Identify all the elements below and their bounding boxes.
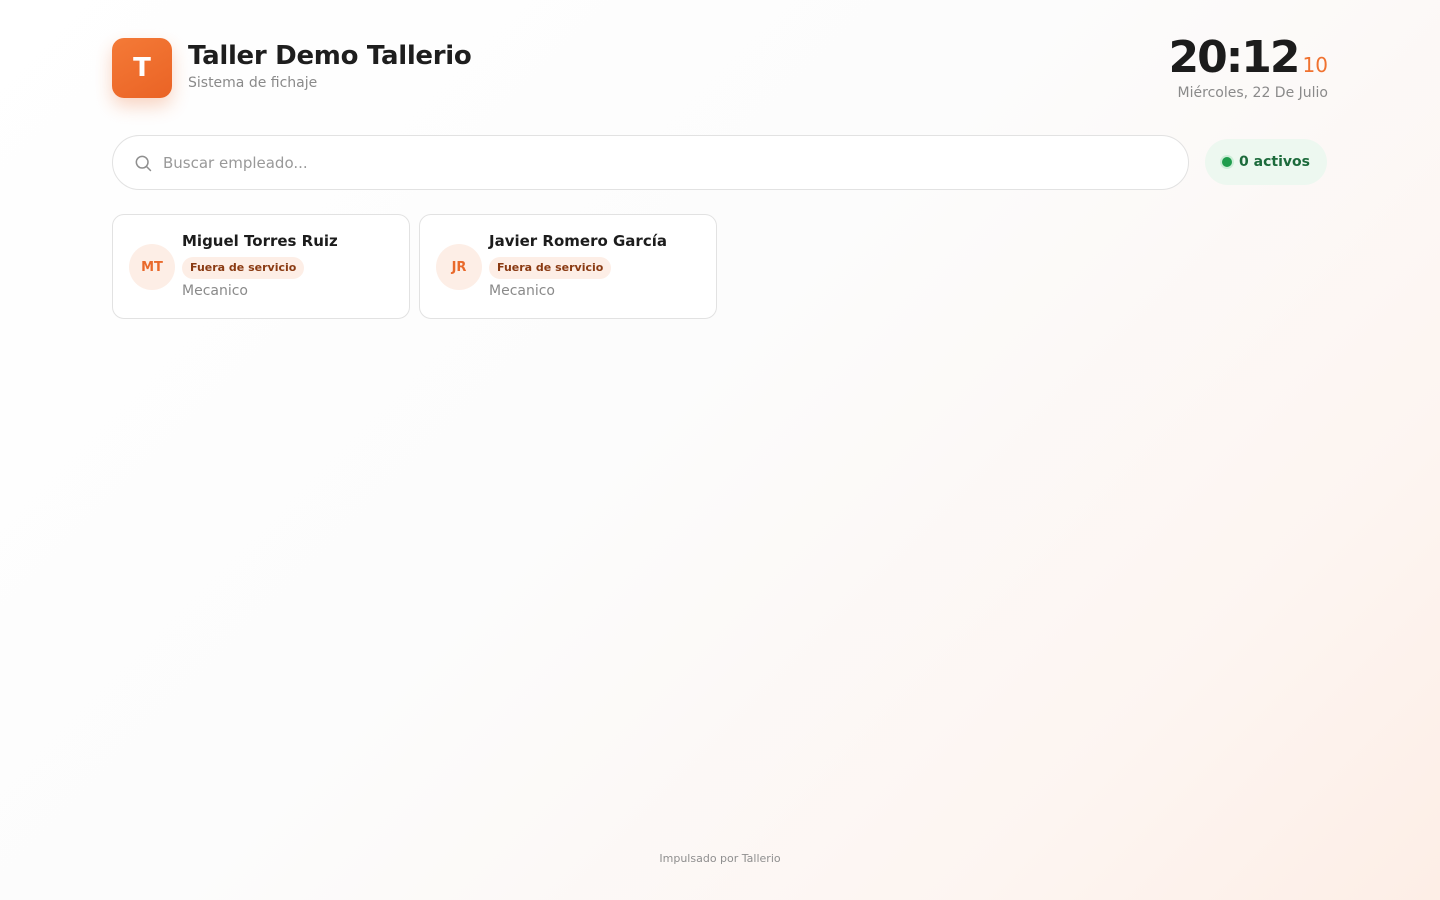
clock: 20:12 10 Miércoles, 22 De Julio <box>1168 32 1328 101</box>
footer-credit: Impulsado por Tallerio <box>659 852 781 865</box>
avatar: JR <box>436 244 482 290</box>
active-status-dot-icon <box>1222 157 1233 167</box>
employee-name: Javier Romero García <box>489 232 667 250</box>
search-icon <box>135 155 152 171</box>
active-count-badge: 0 activos <box>1205 139 1327 185</box>
avatar: MT <box>129 244 175 290</box>
employee-role: Mecanico <box>489 283 555 299</box>
app-logo: T <box>112 38 172 98</box>
status-badge: Fuera de servicio <box>182 257 305 279</box>
employee-card[interactable]: JR Javier Romero García Fuera de servici… <box>419 214 717 319</box>
header: T Taller Demo Tallerio Sistema de fichaj… <box>112 32 1328 108</box>
app-subtitle: Sistema de fichaje <box>188 75 318 91</box>
clock-seconds: 10 <box>1302 53 1328 77</box>
app-title: Taller Demo Tallerio <box>188 41 472 71</box>
search-bar[interactable] <box>112 135 1189 190</box>
clock-date: Miércoles, 22 De Julio <box>1177 85 1328 101</box>
employee-name: Miguel Torres Ruiz <box>182 232 338 250</box>
search-input[interactable] <box>163 153 1063 172</box>
employee-card[interactable]: MT Miguel Torres Ruiz Fuera de servicio … <box>112 214 410 319</box>
employee-list: MT Miguel Torres Ruiz Fuera de servicio … <box>112 214 717 319</box>
active-count-label: 0 activos <box>1239 154 1310 170</box>
employee-role: Mecanico <box>182 283 248 299</box>
clock-time: 20:12 <box>1168 32 1300 83</box>
status-badge: Fuera de servicio <box>489 257 612 279</box>
